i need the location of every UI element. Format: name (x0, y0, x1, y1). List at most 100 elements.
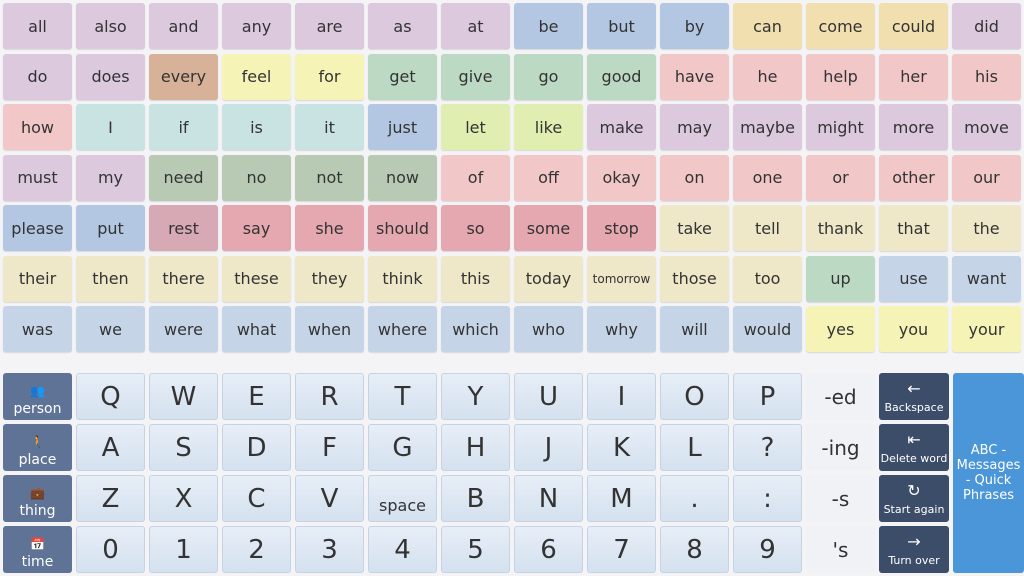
word-button-they[interactable]: they (295, 255, 364, 302)
word-button-one[interactable]: one (733, 154, 802, 201)
word-button-that[interactable]: that (879, 205, 948, 251)
word-button-any[interactable]: any (222, 3, 291, 49)
key-1[interactable]: 1 (149, 526, 218, 573)
word-button-want[interactable]: want (952, 255, 1021, 302)
word-button-say[interactable]: say (222, 205, 291, 251)
word-button-but[interactable]: but (587, 3, 656, 49)
word-button-she[interactable]: she (295, 205, 364, 251)
category-button-time[interactable]: 📅 time (3, 526, 72, 573)
word-button-need[interactable]: need (149, 154, 218, 201)
key-l[interactable]: L (660, 424, 729, 471)
key-u[interactable]: U (514, 373, 583, 420)
key-c[interactable]: C (222, 475, 291, 522)
word-button-then[interactable]: then (76, 255, 145, 302)
word-button-also[interactable]: also (76, 3, 145, 49)
key-n[interactable]: N (514, 475, 583, 522)
key-m[interactable]: M (587, 475, 656, 522)
word-button-you[interactable]: you (879, 306, 948, 352)
word-button-must[interactable]: must (3, 154, 72, 201)
word-button-the[interactable]: the (952, 205, 1021, 251)
word-button-come[interactable]: come (806, 3, 875, 49)
word-button-is[interactable]: is (222, 104, 291, 150)
word-button-it[interactable]: it (295, 104, 364, 150)
word-button-my[interactable]: my (76, 154, 145, 201)
word-button-their[interactable]: their (3, 255, 72, 302)
word-button-on[interactable]: on (660, 154, 729, 201)
messages-quick-phrases-button[interactable]: ABC - Messages - Quick Phrases (953, 373, 1024, 573)
word-button-thank[interactable]: thank (806, 205, 875, 251)
key-5[interactable]: 5 (441, 526, 510, 573)
word-button-do[interactable]: do (3, 53, 72, 100)
key-g[interactable]: G (368, 424, 437, 471)
word-button-was[interactable]: was (3, 306, 72, 352)
word-button-no[interactable]: no (222, 154, 291, 201)
category-button-place[interactable]: 🚶 place (3, 424, 72, 471)
key-y[interactable]: Y (441, 373, 510, 420)
word-button-help[interactable]: help (806, 53, 875, 100)
word-button-when[interactable]: when (295, 306, 364, 352)
word-button-too[interactable]: too (733, 255, 802, 302)
word-button-of[interactable]: of (441, 154, 510, 201)
word-button-off[interactable]: off (514, 154, 583, 201)
turn-over-button[interactable]: → Turn over (879, 526, 949, 573)
word-button-if[interactable]: if (149, 104, 218, 150)
word-button-does[interactable]: does (76, 53, 145, 100)
word-button-where[interactable]: where (368, 306, 437, 352)
key-e[interactable]: E (222, 373, 291, 420)
word-button-might[interactable]: might (806, 104, 875, 150)
key-j[interactable]: J (514, 424, 583, 471)
word-button-could[interactable]: could (879, 3, 948, 49)
word-button-or[interactable]: or (806, 154, 875, 201)
suffix-button-ed[interactable]: -ed (806, 373, 875, 420)
word-button-not[interactable]: not (295, 154, 364, 201)
word-button-tomorrow[interactable]: tomorrow (587, 255, 656, 302)
word-button-let[interactable]: let (441, 104, 510, 150)
key-p[interactable]: P (733, 373, 802, 420)
word-button-by[interactable]: by (660, 3, 729, 49)
word-button-his[interactable]: his (952, 53, 1021, 100)
word-button-there[interactable]: there (149, 255, 218, 302)
word-button-at[interactable]: at (441, 3, 510, 49)
key-k[interactable]: K (587, 424, 656, 471)
word-button-may[interactable]: may (660, 104, 729, 150)
start-again-button[interactable]: ↻ Start again (879, 475, 949, 522)
word-button-these[interactable]: these (222, 255, 291, 302)
word-button-some[interactable]: some (514, 205, 583, 251)
word-button-just[interactable]: just (368, 104, 437, 150)
word-button-so[interactable]: so (441, 205, 510, 251)
word-button-take[interactable]: take (660, 205, 729, 251)
word-button-be[interactable]: be (514, 3, 583, 49)
word-button-i[interactable]: I (76, 104, 145, 150)
word-button-were[interactable]: were (149, 306, 218, 352)
key-t[interactable]: T (368, 373, 437, 420)
key-colon[interactable]: : (733, 475, 802, 522)
key-4[interactable]: 4 (368, 526, 437, 573)
word-button-think[interactable]: think (368, 255, 437, 302)
key-period[interactable]: . (660, 475, 729, 522)
category-button-person[interactable]: 👥 person (3, 373, 72, 420)
word-button-will[interactable]: will (660, 306, 729, 352)
word-button-every[interactable]: every (149, 53, 218, 100)
key-question[interactable]: ? (733, 424, 802, 471)
key-6[interactable]: 6 (514, 526, 583, 573)
word-button-today[interactable]: today (514, 255, 583, 302)
key-9[interactable]: 9 (733, 526, 802, 573)
key-z[interactable]: Z (76, 475, 145, 522)
word-button-get[interactable]: get (368, 53, 437, 100)
key-7[interactable]: 7 (587, 526, 656, 573)
word-button-we[interactable]: we (76, 306, 145, 352)
word-button-this[interactable]: this (441, 255, 510, 302)
word-button-up[interactable]: up (806, 255, 875, 302)
word-button-her[interactable]: her (879, 53, 948, 100)
word-button-your[interactable]: your (952, 306, 1021, 352)
key-o[interactable]: O (660, 373, 729, 420)
word-button-have[interactable]: have (660, 53, 729, 100)
word-button-all[interactable]: all (3, 3, 72, 49)
key-r[interactable]: R (295, 373, 364, 420)
word-button-as[interactable]: as (368, 3, 437, 49)
key-space[interactable]: space (368, 475, 437, 522)
key-x[interactable]: X (149, 475, 218, 522)
word-button-good[interactable]: good (587, 53, 656, 100)
word-button-who[interactable]: who (514, 306, 583, 352)
word-button-our[interactable]: our (952, 154, 1021, 201)
